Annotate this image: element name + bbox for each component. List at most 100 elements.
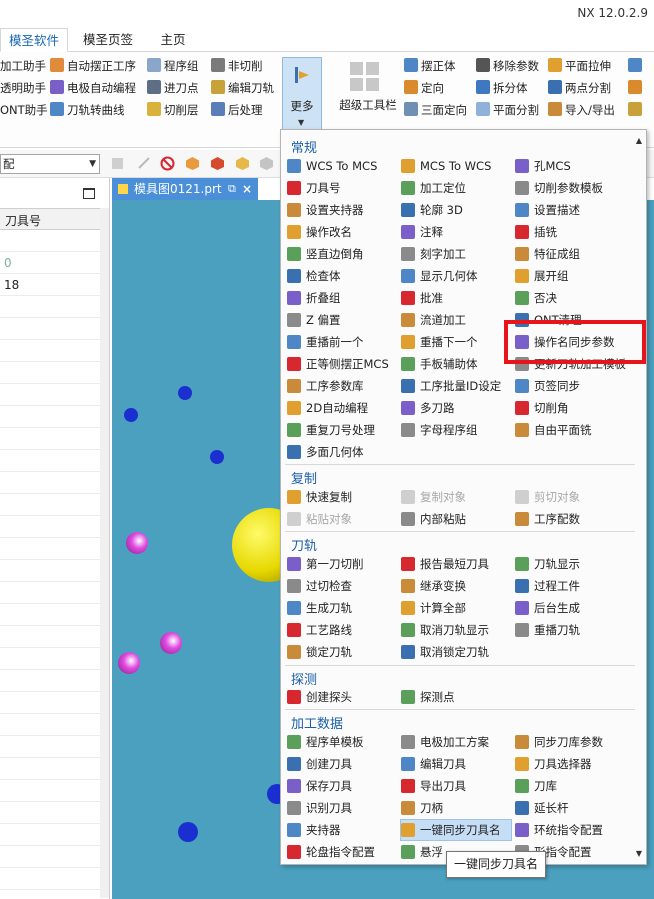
menu-item-toolpath-0-0[interactable]: 第一刀切削 bbox=[287, 554, 397, 574]
navigator-row[interactable] bbox=[0, 230, 100, 252]
menu-item-toolpath-0-1[interactable]: 报告最短刀具 bbox=[401, 554, 511, 574]
menu-item-machining-data-4-2[interactable]: 环统指令配置 bbox=[515, 820, 625, 840]
menu-item-toolpath-4-0[interactable]: 锁定刀轨 bbox=[287, 642, 397, 662]
cube-red-icon[interactable] bbox=[210, 156, 225, 171]
menu-item-copy-0-0[interactable]: 快速复制 bbox=[287, 487, 397, 507]
menu-item-copy-1-2[interactable]: 工序配数 bbox=[515, 509, 625, 529]
detach-icon[interactable]: ⧉ bbox=[228, 178, 236, 200]
navigator-row[interactable]: 18 bbox=[0, 274, 100, 296]
menu-item-toolpath-3-1[interactable]: 取消刀轨显示 bbox=[401, 620, 511, 640]
more-button[interactable]: 更多 ▼ bbox=[282, 57, 322, 139]
menu-item-copy-0-1[interactable]: 复制对象 bbox=[401, 487, 511, 507]
ribbon-item-partial-2[interactable] bbox=[628, 78, 645, 98]
ribbon-item-import-export[interactable]: 导入/导出 bbox=[548, 100, 615, 120]
navigator-row[interactable] bbox=[0, 494, 100, 516]
scroll-down-icon[interactable]: ▼ bbox=[636, 849, 642, 858]
ribbon-item-ont-assistant[interactable]: ONT助手 bbox=[0, 100, 48, 120]
menu-item-machining-data-0-1[interactable]: 电极加工方案 bbox=[401, 732, 511, 752]
navigator-row[interactable] bbox=[0, 648, 100, 670]
navigator-row[interactable] bbox=[0, 670, 100, 692]
menu-item-general-8-0[interactable]: 重播前一个 bbox=[287, 332, 397, 352]
scroll-up-icon[interactable]: ▲ bbox=[636, 136, 642, 145]
menu-item-machining-data-4-0[interactable]: 夹持器 bbox=[287, 820, 397, 840]
navigator-scrollbar[interactable] bbox=[100, 208, 109, 898]
arrow-icon[interactable] bbox=[137, 156, 152, 171]
menu-item-probe-0-0[interactable]: 创建探头 bbox=[287, 687, 397, 707]
ribbon-item-entry-point[interactable]: 进刀点 bbox=[147, 78, 199, 98]
menu-item-general-8-1[interactable]: 重播下一个 bbox=[401, 332, 511, 352]
menu-item-machining-data-1-1[interactable]: 编辑刀具 bbox=[401, 754, 511, 774]
navigator-row[interactable] bbox=[0, 846, 100, 868]
menu-item-general-9-0[interactable]: 正等侧摆正MCS bbox=[287, 354, 397, 374]
menu-item-general-1-2[interactable]: 切削参数模板 bbox=[515, 178, 625, 198]
menu-item-machining-data-3-0[interactable]: 识别刀具 bbox=[287, 798, 397, 818]
menu-item-general-3-0[interactable]: 操作改名 bbox=[287, 222, 397, 242]
menu-item-general-2-2[interactable]: 设置描述 bbox=[515, 200, 625, 220]
menu-item-general-4-2[interactable]: 特征成组 bbox=[515, 244, 625, 264]
navigator-row[interactable] bbox=[0, 538, 100, 560]
menu-item-general-7-1[interactable]: 流道加工 bbox=[401, 310, 511, 330]
menu-item-general-1-0[interactable]: 刀具号 bbox=[287, 178, 397, 198]
navigator-row[interactable] bbox=[0, 450, 100, 472]
menu-item-general-5-2[interactable]: 展开组 bbox=[515, 266, 625, 286]
menu-item-general-3-1[interactable]: 注释 bbox=[401, 222, 511, 242]
menu-item-toolpath-3-0[interactable]: 工艺路线 bbox=[287, 620, 397, 640]
ribbon-item-program-group[interactable]: 程序组 bbox=[147, 56, 199, 76]
navigator-row[interactable] bbox=[0, 714, 100, 736]
menu-item-general-10-2[interactable]: 页签同步 bbox=[515, 376, 625, 396]
menu-item-copy-0-2[interactable]: 剪切对象 bbox=[515, 487, 625, 507]
graphics-window-tab[interactable]: 模具图0121.prt ⧉ × bbox=[112, 178, 258, 200]
tab-mosheng-software[interactable]: 模圣软件 bbox=[0, 28, 68, 52]
menu-item-general-6-0[interactable]: 折叠组 bbox=[287, 288, 397, 308]
ribbon-item-toolpath-to-curve[interactable]: 刀轨转曲线 bbox=[50, 100, 125, 120]
menu-item-toolpath-3-2[interactable]: 重播刀轨 bbox=[515, 620, 625, 640]
snap-icon[interactable] bbox=[110, 156, 125, 171]
menu-item-general-3-2[interactable]: 插铣 bbox=[515, 222, 625, 242]
menu-item-general-1-1[interactable]: 加工定位 bbox=[401, 178, 511, 198]
navigator-row[interactable] bbox=[0, 780, 100, 802]
navigator-row[interactable] bbox=[0, 362, 100, 384]
ribbon-item-auto-align-op[interactable]: 自动摆正工序 bbox=[50, 56, 136, 76]
navigator-row[interactable] bbox=[0, 868, 100, 890]
navigator-row[interactable] bbox=[0, 428, 100, 450]
navigator-row[interactable] bbox=[0, 824, 100, 846]
cube-orange-icon[interactable] bbox=[185, 156, 200, 171]
menu-item-copy-1-1[interactable]: 内部粘贴 bbox=[401, 509, 511, 529]
no-entry-icon[interactable] bbox=[160, 156, 175, 171]
ribbon-item-postprocess[interactable]: 后处理 bbox=[211, 100, 263, 120]
menu-item-toolpath-2-0[interactable]: 生成刀轨 bbox=[287, 598, 397, 618]
menu-item-machining-data-1-0[interactable]: 创建刀具 bbox=[287, 754, 397, 774]
ribbon-item-machining-assistant[interactable]: 加工助手 bbox=[0, 56, 46, 76]
menu-item-machining-data-2-1[interactable]: 导出刀具 bbox=[401, 776, 511, 796]
navigator-row[interactable] bbox=[0, 472, 100, 494]
navigator-row[interactable] bbox=[0, 560, 100, 582]
menu-item-toolpath-1-1[interactable]: 继承变换 bbox=[401, 576, 511, 596]
menu-item-general-12-1[interactable]: 字母程序组 bbox=[401, 420, 511, 440]
super-toolbar-button[interactable]: 超级工具栏 bbox=[336, 57, 397, 139]
ribbon-item-three-face-orient[interactable]: 三面定向 bbox=[404, 100, 467, 120]
menu-item-general-5-0[interactable]: 检查体 bbox=[287, 266, 397, 286]
menu-item-copy-1-0[interactable]: 粘贴对象 bbox=[287, 509, 397, 529]
ribbon-item-non-cutting[interactable]: 非切削 bbox=[211, 56, 263, 76]
menu-item-general-11-1[interactable]: 多刀路 bbox=[401, 398, 511, 418]
menu-item-toolpath-1-0[interactable]: 过切检查 bbox=[287, 576, 397, 596]
navigator-row[interactable] bbox=[0, 516, 100, 538]
cube-grey-icon[interactable] bbox=[259, 156, 274, 171]
menu-item-general-0-2[interactable]: 孔MCS bbox=[515, 156, 625, 176]
type-filter-select[interactable]: 配 ▼ bbox=[0, 154, 100, 174]
menu-item-machining-data-4-1[interactable]: 一键同步刀具名 bbox=[400, 819, 512, 841]
menu-item-toolpath-2-2[interactable]: 后台生成 bbox=[515, 598, 625, 618]
menu-item-general-12-0[interactable]: 重复刀号处理 bbox=[287, 420, 397, 440]
navigator-row[interactable] bbox=[0, 340, 100, 362]
menu-item-general-9-1[interactable]: 手板辅助体 bbox=[401, 354, 511, 374]
menu-item-general-2-0[interactable]: 设置夹持器 bbox=[287, 200, 397, 220]
menu-item-machining-data-5-0[interactable]: 轮盘指令配置 bbox=[287, 842, 397, 862]
menu-item-general-4-1[interactable]: 刻字加工 bbox=[401, 244, 511, 264]
menu-item-general-11-0[interactable]: 2D自动编程 bbox=[287, 398, 397, 418]
menu-item-probe-0-1[interactable]: 探测点 bbox=[401, 687, 511, 707]
ribbon-item-electrode-auto-program[interactable]: 电极自动编程 bbox=[50, 78, 136, 98]
menu-item-general-7-0[interactable]: Z 偏置 bbox=[287, 310, 397, 330]
ribbon-item-remove-params[interactable]: 移除参数 bbox=[476, 56, 539, 76]
menu-item-machining-data-2-2[interactable]: 刀库 bbox=[515, 776, 625, 796]
ribbon-item-cut-levels[interactable]: 切削层 bbox=[147, 100, 199, 120]
